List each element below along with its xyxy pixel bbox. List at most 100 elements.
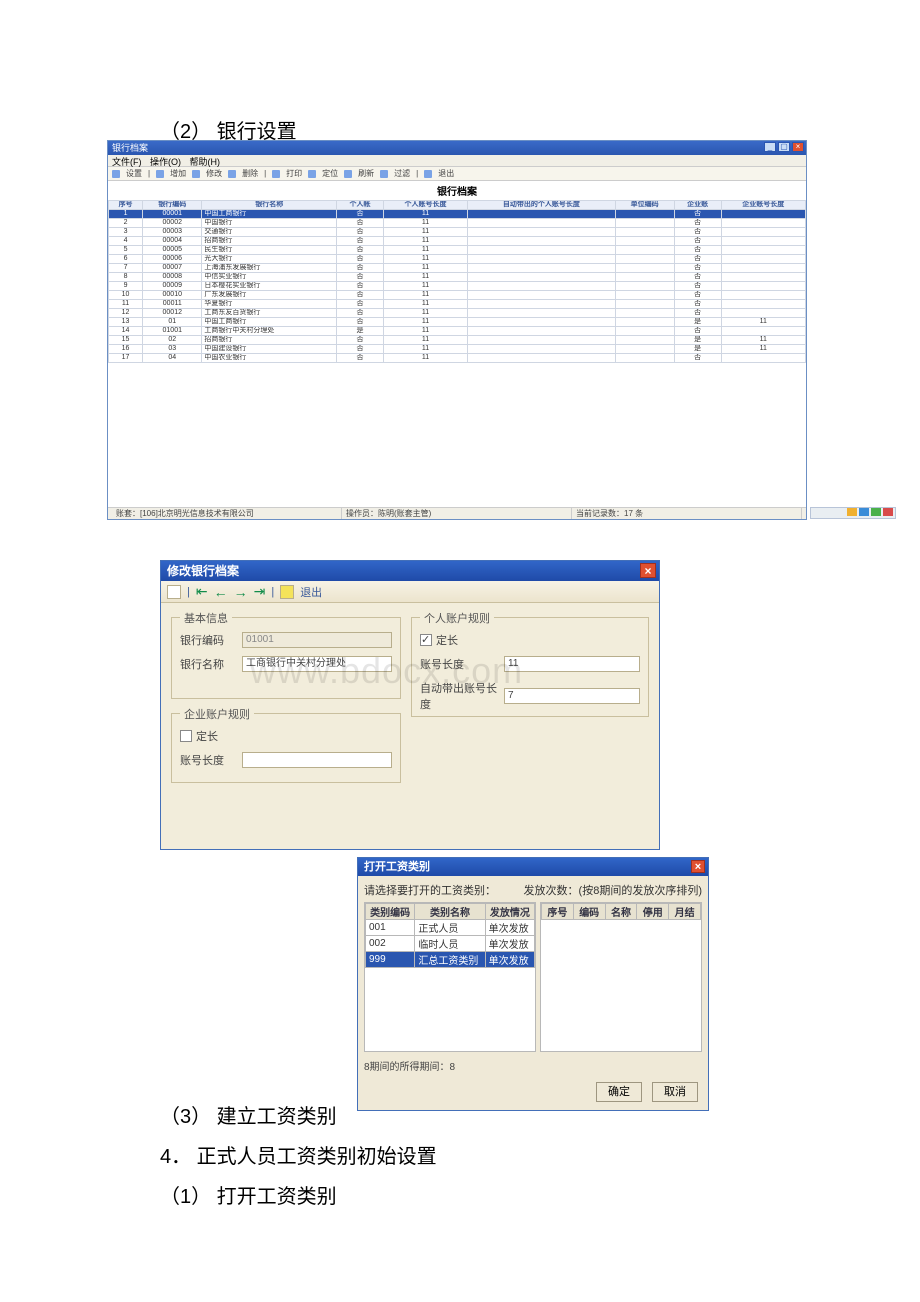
col-auto[interactable]: 自动带出的个人账号长度 xyxy=(468,201,615,210)
table-cell[interactable]: 招商银行 xyxy=(202,237,337,246)
col-name[interactable]: 银行名称 xyxy=(202,201,337,210)
table-cell[interactable]: 11 xyxy=(383,327,467,336)
table-cell[interactable]: 中信实业银行 xyxy=(202,273,337,282)
personal-fixed-checkbox[interactable] xyxy=(420,634,432,646)
table-cell[interactable]: 11 xyxy=(383,300,467,309)
tray-icon[interactable] xyxy=(871,508,881,516)
close-icon[interactable]: × xyxy=(640,563,656,578)
table-cell[interactable]: 否 xyxy=(674,354,721,363)
bank-table[interactable]: 序号 银行编码 银行名称 个人帐 个人账号长度 自动带出的个人账号长度 单位编码… xyxy=(108,200,806,363)
table-cell[interactable] xyxy=(615,264,674,273)
table-cell[interactable]: 是 xyxy=(674,318,721,327)
table-row[interactable]: 700007上海浦东发展银行否11否 xyxy=(109,264,806,273)
table-row[interactable]: 1603中国建设银行否11是11 xyxy=(109,345,806,354)
table-row[interactable]: 1401001工商银行中关村分理处是11否 xyxy=(109,327,806,336)
table-cell[interactable] xyxy=(721,264,806,273)
table-cell[interactable]: 10 xyxy=(109,291,143,300)
table-cell[interactable]: 15 xyxy=(109,336,143,345)
table-cell[interactable]: 17 xyxy=(109,354,143,363)
col-code[interactable]: 编码 xyxy=(573,904,605,920)
table-cell[interactable]: 03 xyxy=(143,345,202,354)
first-icon[interactable]: ⇤ xyxy=(196,583,208,600)
table-cell[interactable]: 7 xyxy=(109,264,143,273)
table-cell[interactable]: 交通银行 xyxy=(202,228,337,237)
table-cell[interactable]: 002 xyxy=(366,936,415,952)
close-icon[interactable]: × xyxy=(792,142,804,152)
last-icon[interactable]: ⇥ xyxy=(254,583,266,600)
settings-icon[interactable] xyxy=(112,170,120,178)
table-cell[interactable]: 中国工商银行 xyxy=(202,210,337,219)
tray-icon[interactable] xyxy=(859,508,869,516)
tb-add[interactable]: 增加 xyxy=(170,168,186,179)
table-cell[interactable] xyxy=(468,327,615,336)
table-cell[interactable]: 00002 xyxy=(143,219,202,228)
table-cell[interactable]: 否 xyxy=(674,273,721,282)
table-cell[interactable]: 11 xyxy=(383,219,467,228)
exit-icon[interactable] xyxy=(424,170,432,178)
table-cell[interactable]: 否 xyxy=(674,309,721,318)
table-cell[interactable]: 工商东友百货银行 xyxy=(202,309,337,318)
table-cell[interactable]: 日本樱花实业银行 xyxy=(202,282,337,291)
table-cell[interactable]: 00008 xyxy=(143,273,202,282)
list-item[interactable]: 002临时人员单次发放 xyxy=(366,936,535,952)
table-cell[interactable] xyxy=(615,246,674,255)
table-cell[interactable]: 单次发放 xyxy=(485,920,534,936)
table-cell[interactable] xyxy=(615,255,674,264)
table-cell[interactable]: 11 xyxy=(721,336,806,345)
table-cell[interactable]: 否 xyxy=(337,282,384,291)
table-cell[interactable] xyxy=(615,318,674,327)
col-enterprise[interactable]: 企业账 xyxy=(674,201,721,210)
table-cell[interactable] xyxy=(721,327,806,336)
table-cell[interactable]: 否 xyxy=(674,291,721,300)
table-cell[interactable]: 否 xyxy=(674,228,721,237)
table-cell[interactable]: 11 xyxy=(721,345,806,354)
table-cell[interactable]: 否 xyxy=(337,345,384,354)
table-row[interactable]: 500005民生银行否11否 xyxy=(109,246,806,255)
table-row[interactable]: 100001中国工商银行否11否 xyxy=(109,210,806,219)
tray-icon[interactable] xyxy=(847,508,857,516)
table-cell[interactable] xyxy=(468,300,615,309)
table-cell[interactable]: 01 xyxy=(143,318,202,327)
col-pay[interactable]: 发放情况 xyxy=(485,904,534,920)
table-cell[interactable]: 3 xyxy=(109,228,143,237)
table-cell[interactable]: 是 xyxy=(337,327,384,336)
table-cell[interactable] xyxy=(615,219,674,228)
table-cell[interactable] xyxy=(468,210,615,219)
table-cell[interactable]: 11 xyxy=(383,345,467,354)
table-cell[interactable]: 否 xyxy=(337,291,384,300)
menu-operate[interactable]: 操作(O) xyxy=(150,157,181,167)
table-row[interactable]: 800008中信实业银行否11否 xyxy=(109,273,806,282)
edit-icon[interactable] xyxy=(192,170,200,178)
table-cell[interactable] xyxy=(615,273,674,282)
col-elen[interactable]: 企业账号长度 xyxy=(721,201,806,210)
prev-icon[interactable]: ← xyxy=(214,584,228,600)
table-cell[interactable]: 否 xyxy=(674,300,721,309)
enterprise-len-input[interactable] xyxy=(242,752,392,768)
table-cell[interactable]: 00012 xyxy=(143,309,202,318)
tb-print[interactable]: 打印 xyxy=(286,168,302,179)
table-cell[interactable]: 单次发放 xyxy=(485,952,534,968)
list-item[interactable]: 001正式人员单次发放 xyxy=(366,920,535,936)
table-cell[interactable]: 00005 xyxy=(143,246,202,255)
table-cell[interactable]: 11 xyxy=(383,264,467,273)
table-cell[interactable]: 00009 xyxy=(143,282,202,291)
auto-prefix-input[interactable]: 7 xyxy=(504,688,640,704)
table-cell[interactable] xyxy=(468,318,615,327)
table-cell[interactable] xyxy=(615,237,674,246)
table-cell[interactable]: 00004 xyxy=(143,237,202,246)
col-plen[interactable]: 个人账号长度 xyxy=(383,201,467,210)
table-row[interactable]: 1301中国工商银行否11是11 xyxy=(109,318,806,327)
table-cell[interactable] xyxy=(721,309,806,318)
table-cell[interactable]: 4 xyxy=(109,237,143,246)
table-cell[interactable] xyxy=(721,237,806,246)
table-cell[interactable]: 招商银行 xyxy=(202,336,337,345)
table-cell[interactable]: 11 xyxy=(383,246,467,255)
table-cell[interactable]: 否 xyxy=(674,282,721,291)
table-cell[interactable]: 1 xyxy=(109,210,143,219)
table-cell[interactable]: 00010 xyxy=(143,291,202,300)
table-cell[interactable]: 11 xyxy=(109,300,143,309)
table-cell[interactable] xyxy=(468,309,615,318)
table-cell[interactable] xyxy=(615,228,674,237)
table-cell[interactable]: 是 xyxy=(674,345,721,354)
col-seq[interactable]: 序号 xyxy=(109,201,143,210)
